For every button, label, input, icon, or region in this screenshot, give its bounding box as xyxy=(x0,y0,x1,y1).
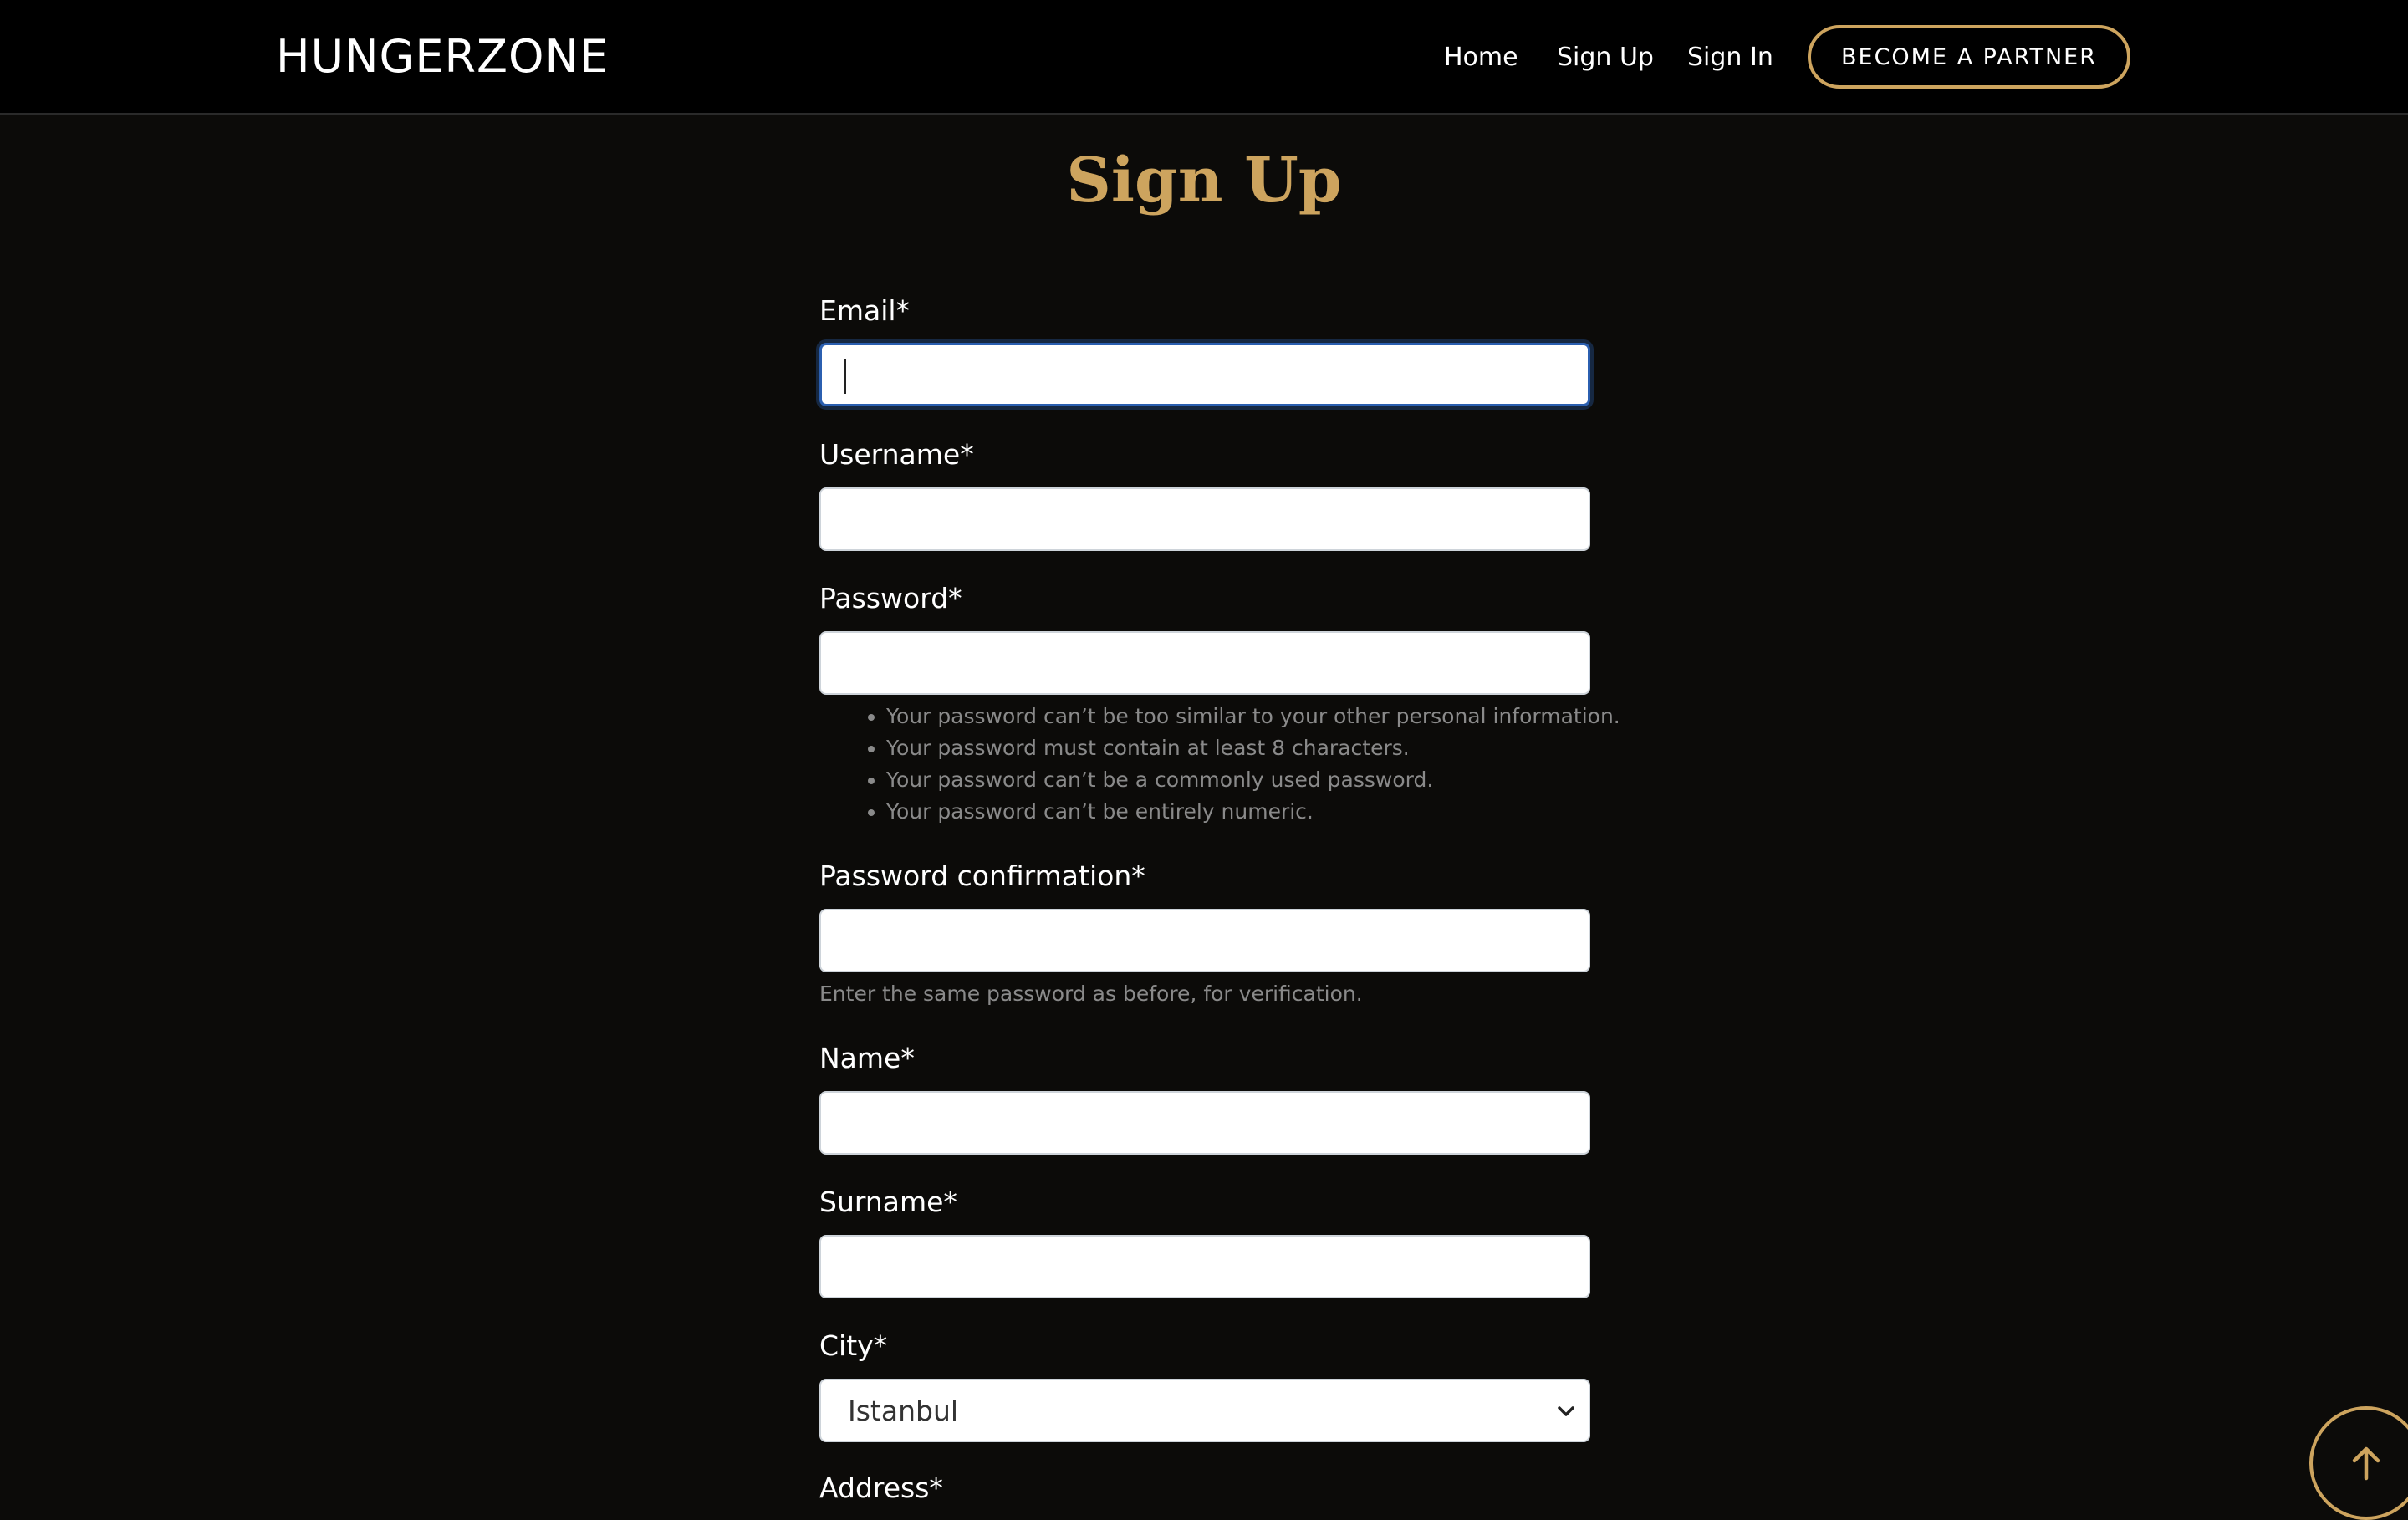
city-label: City* xyxy=(819,1329,888,1362)
text-caret xyxy=(844,359,846,394)
password-confirmation-help: Enter the same password as before, for v… xyxy=(819,982,1363,1006)
username-label: Username* xyxy=(819,438,974,471)
password-help-item: Your password can’t be a commonly used p… xyxy=(886,764,1620,796)
email-label: Email* xyxy=(819,294,911,327)
password-confirmation-input[interactable] xyxy=(819,909,1590,972)
address-label: Address* xyxy=(819,1472,943,1504)
surname-input[interactable] xyxy=(819,1235,1590,1298)
city-select[interactable]: Istanbul xyxy=(819,1379,1590,1442)
name-input[interactable] xyxy=(819,1091,1590,1155)
password-confirmation-label: Password confirmation* xyxy=(819,859,1145,892)
arrow-up-icon xyxy=(2352,1446,2380,1481)
username-input[interactable] xyxy=(819,487,1590,551)
password-help-item: Your password can’t be too similar to yo… xyxy=(886,701,1620,732)
logo[interactable]: HUNGERZONE xyxy=(276,28,609,85)
nav-signup-link[interactable]: Sign Up xyxy=(1557,42,1654,74)
city-select-value: Istanbul xyxy=(848,1394,959,1427)
navbar: HUNGERZONE Home Sign Up Sign In BECOME A… xyxy=(0,0,2408,115)
email-input[interactable] xyxy=(819,343,1590,406)
page-title: Sign Up xyxy=(1066,145,1342,217)
nav-home-link[interactable]: Home xyxy=(1444,42,1518,74)
become-partner-button[interactable]: BECOME A PARTNER xyxy=(1808,25,2130,89)
password-help-list: Your password can’t be too similar to yo… xyxy=(819,701,1620,828)
nav-signin-link[interactable]: Sign In xyxy=(1687,42,1773,74)
chevron-down-icon xyxy=(1558,1406,1574,1416)
password-help-item: Your password must contain at least 8 ch… xyxy=(886,732,1620,764)
name-label: Name* xyxy=(819,1042,915,1074)
surname-label: Surname* xyxy=(819,1186,957,1218)
password-label: Password* xyxy=(819,582,962,615)
scroll-to-top-button[interactable] xyxy=(2309,1406,2408,1520)
password-input[interactable] xyxy=(819,631,1590,695)
password-help-item: Your password can’t be entirely numeric. xyxy=(886,796,1620,828)
